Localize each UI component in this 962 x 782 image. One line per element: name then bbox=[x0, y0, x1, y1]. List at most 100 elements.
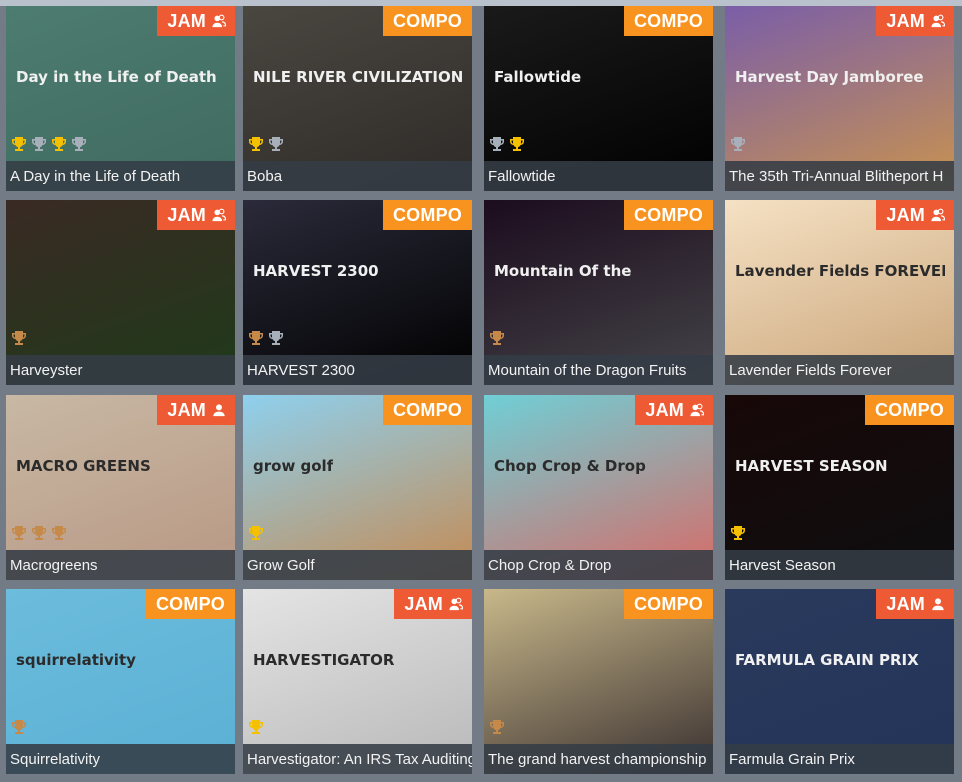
thumbnail-art-text: Day in the Life of Death bbox=[16, 68, 217, 86]
thumbnail-art-text: Mountain Of the bbox=[494, 262, 632, 280]
jam-badge: JAM bbox=[394, 589, 472, 619]
silver-trophy-icon bbox=[268, 330, 284, 346]
game-title[interactable]: The 35th Tri-Annual Blitheport H bbox=[725, 168, 954, 185]
title-bar: Harvest Season bbox=[725, 550, 954, 580]
game-card[interactable]: grow golf COMPO Grow Golf bbox=[243, 395, 472, 580]
compo-badge: COMPO bbox=[623, 6, 713, 36]
badge-label: JAM bbox=[886, 204, 925, 225]
trophy-list bbox=[489, 136, 525, 152]
silver-trophy-icon bbox=[268, 136, 284, 152]
game-title[interactable]: Boba bbox=[243, 168, 472, 185]
team-icon bbox=[212, 14, 226, 28]
title-bar: HARVEST 2300 bbox=[243, 355, 472, 385]
team-icon bbox=[690, 403, 704, 417]
bronze-trophy-icon bbox=[11, 330, 27, 346]
title-bar: Fallowtide bbox=[484, 161, 713, 191]
game-title[interactable]: Fallowtide bbox=[484, 168, 713, 185]
trophy-list bbox=[489, 330, 505, 346]
solo-user-icon bbox=[212, 403, 226, 417]
badge-label: COMPO bbox=[392, 399, 462, 420]
game-title[interactable]: Mountain of the Dragon Fruits bbox=[484, 362, 713, 379]
game-title[interactable]: Harvest Season bbox=[725, 557, 954, 574]
trophy-list bbox=[11, 719, 27, 735]
game-card[interactable]: Lavender Fields FOREVER JAM Lavender Field… bbox=[725, 200, 954, 385]
compo-badge: COMPO bbox=[382, 200, 472, 230]
game-title[interactable]: The grand harvest championship bbox=[484, 751, 713, 768]
badge-label: JAM bbox=[404, 593, 443, 614]
game-card[interactable]: Day in the Life of Death JAM A Day in the … bbox=[6, 6, 235, 191]
compo-badge: COMPO bbox=[382, 6, 472, 36]
badge-label: COMPO bbox=[874, 399, 944, 420]
badge-label: JAM bbox=[167, 10, 206, 31]
game-card[interactable]: COMPO The grand harvest championship bbox=[484, 589, 713, 774]
badge-label: JAM bbox=[886, 10, 925, 31]
compo-badge: COMPO bbox=[382, 395, 472, 425]
game-title[interactable]: Harvestigator: An IRS Tax Auditing bbox=[243, 751, 472, 768]
game-card[interactable]: Fallowtide COMPO Fallowtide bbox=[484, 6, 713, 191]
badge-label: JAM bbox=[167, 204, 206, 225]
bronze-trophy-icon bbox=[489, 330, 505, 346]
thumbnail-art-text: squirrelativity bbox=[16, 651, 136, 669]
jam-badge: JAM bbox=[876, 589, 954, 619]
badge-label: COMPO bbox=[392, 204, 462, 225]
compo-badge: COMPO bbox=[864, 395, 954, 425]
game-card[interactable]: FARMULA GRAIN PRIX JAM Farmula Grain Prix bbox=[725, 589, 954, 774]
bronze-trophy-icon bbox=[489, 719, 505, 735]
badge-label: COMPO bbox=[633, 204, 703, 225]
game-card[interactable]: Chop Crop & Drop JAM Chop Crop & Drop bbox=[484, 395, 713, 580]
trophy-list bbox=[248, 525, 264, 541]
badge-label: COMPO bbox=[633, 10, 703, 31]
game-title[interactable]: Squirrelativity bbox=[6, 751, 235, 768]
game-card[interactable]: MACRO GREENS JAM Macrogreens bbox=[6, 395, 235, 580]
team-icon bbox=[449, 597, 463, 611]
team-icon bbox=[931, 208, 945, 222]
bronze-trophy-icon bbox=[51, 525, 67, 541]
title-bar: Chop Crop & Drop bbox=[484, 550, 713, 580]
bronze-trophy-icon bbox=[248, 330, 264, 346]
game-title[interactable]: Farmula Grain Prix bbox=[725, 751, 954, 768]
title-bar: Mountain of the Dragon Fruits bbox=[484, 355, 713, 385]
team-icon bbox=[212, 208, 226, 222]
jam-badge: JAM bbox=[157, 395, 235, 425]
jam-badge: JAM bbox=[157, 6, 235, 36]
thumbnail-art-text: Lavender Fields FOREVER bbox=[735, 262, 945, 280]
game-card[interactable]: HARVEST 2300 COMPO HARVEST 2300 bbox=[243, 200, 472, 385]
jam-badge: JAM bbox=[876, 200, 954, 230]
game-title[interactable]: HARVEST 2300 bbox=[243, 362, 472, 379]
title-bar: Squirrelativity bbox=[6, 744, 235, 774]
title-bar: Grow Golf bbox=[243, 550, 472, 580]
compo-badge: COMPO bbox=[623, 200, 713, 230]
compo-badge: COMPO bbox=[145, 589, 235, 619]
game-title[interactable]: Lavender Fields Forever bbox=[725, 362, 954, 379]
badge-label: COMPO bbox=[392, 10, 462, 31]
jam-badge: JAM bbox=[157, 200, 235, 230]
badge-label: COMPO bbox=[633, 593, 703, 614]
title-bar: Harveyster bbox=[6, 355, 235, 385]
game-card[interactable]: squirrelativity COMPO Squirrelativity bbox=[6, 589, 235, 774]
game-title[interactable]: Harveyster bbox=[6, 362, 235, 379]
game-card[interactable]: Harvest Day Jamboree JAM The 35th Tri-Annu… bbox=[725, 6, 954, 191]
game-card[interactable]: HARVEST SEASON COMPO Harvest Season bbox=[725, 395, 954, 580]
silver-trophy-icon bbox=[71, 136, 87, 152]
thumbnail-art-text: NILE RIVER CIVILIZATION bbox=[253, 68, 463, 86]
badge-label: JAM bbox=[886, 593, 925, 614]
thumbnail-art-text: Harvest Day Jamboree bbox=[735, 68, 924, 86]
game-title[interactable]: Grow Golf bbox=[243, 557, 472, 574]
badge-label: JAM bbox=[167, 399, 206, 420]
thumbnail-art-text: grow golf bbox=[253, 457, 334, 475]
game-card[interactable]: JAM Harveyster bbox=[6, 200, 235, 385]
silver-trophy-icon bbox=[730, 136, 746, 152]
game-card[interactable]: NILE RIVER CIVILIZATION COMPO Boba bbox=[243, 6, 472, 191]
game-card[interactable]: Mountain Of the COMPO Mountain of the Drag… bbox=[484, 200, 713, 385]
trophy-list bbox=[248, 330, 284, 346]
game-card[interactable]: HARVESTIGATOR JAM Harvestigator: An IRS Ta… bbox=[243, 589, 472, 774]
trophy-list bbox=[730, 525, 746, 541]
thumbnail-art-text: HARVEST 2300 bbox=[253, 262, 379, 280]
game-title[interactable]: A Day in the Life of Death bbox=[6, 168, 235, 185]
thumbnail-art-text: MACRO GREENS bbox=[16, 457, 151, 475]
title-bar: The grand harvest championship bbox=[484, 744, 713, 774]
game-title[interactable]: Chop Crop & Drop bbox=[484, 557, 713, 574]
title-bar: Boba bbox=[243, 161, 472, 191]
title-bar: The 35th Tri-Annual Blitheport H bbox=[725, 161, 954, 191]
game-title[interactable]: Macrogreens bbox=[6, 557, 235, 574]
